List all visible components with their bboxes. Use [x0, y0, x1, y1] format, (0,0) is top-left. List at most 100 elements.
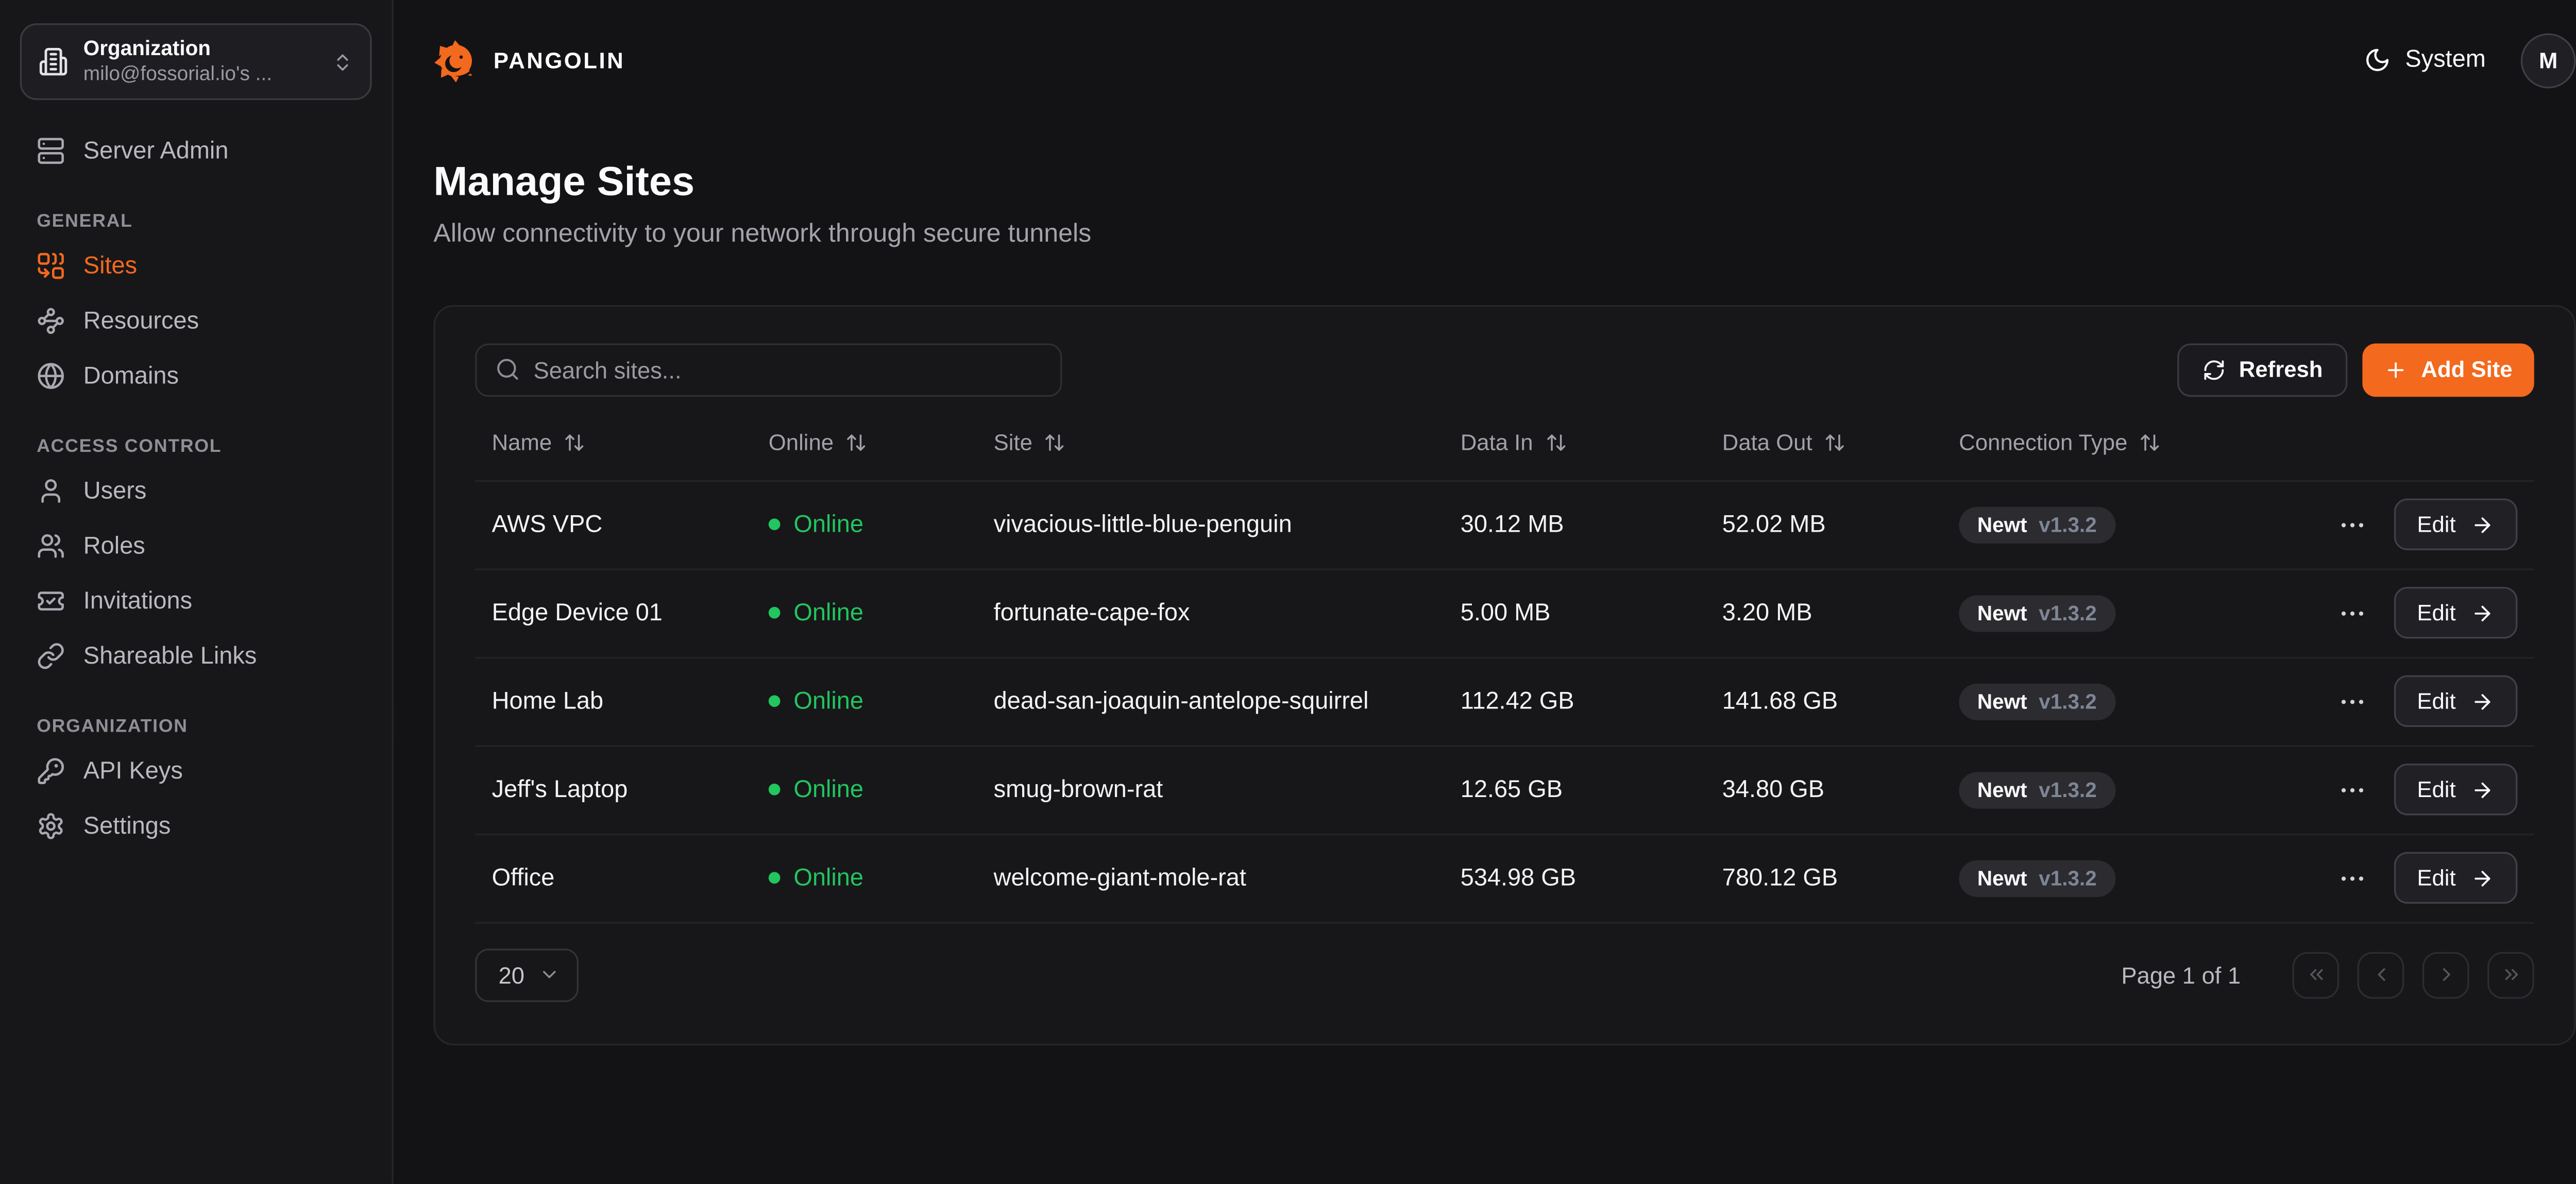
section-heading-organization: ORGANIZATION: [37, 717, 371, 737]
sort-icon: [1044, 431, 1066, 453]
sidebar-item-users[interactable]: Users: [20, 464, 372, 519]
page-size-select[interactable]: 20: [475, 948, 579, 1002]
data-in-cell: 30.12 MB: [1444, 511, 1705, 538]
table-row: Office Online welcome-giant-mole-rat 534…: [475, 835, 2534, 923]
building-icon: [38, 47, 68, 77]
page-info: Page 1 of 1: [2121, 961, 2241, 988]
row-menu-button[interactable]: [2337, 774, 2367, 804]
connection-badge: Newt v1.3.2: [1959, 506, 2115, 543]
chevrons-up-down-icon: [332, 51, 353, 73]
online-cell: Online: [752, 688, 977, 715]
name-cell: Office: [475, 865, 752, 891]
sidebar-nav: Server Admin GENERAL Sites Resources Dom…: [20, 123, 372, 853]
pagination-first-button[interactable]: [2293, 951, 2340, 998]
column-header-data-in[interactable]: Data In: [1444, 429, 1705, 454]
data-in-cell: 5.00 MB: [1444, 599, 1705, 626]
sort-icon: [564, 431, 585, 453]
arrow-right-icon: [2471, 866, 2494, 889]
site-cell: vivacious-little-blue-penguin: [977, 511, 1444, 538]
online-cell: Online: [752, 776, 977, 803]
site-cell: fortunate-cape-fox: [977, 599, 1444, 626]
globe-icon: [37, 362, 65, 390]
pangolin-logo-icon: [433, 38, 478, 82]
refresh-button[interactable]: Refresh: [2177, 343, 2348, 396]
table-row: AWS VPC Online vivacious-little-blue-pen…: [475, 481, 2534, 570]
brand: PANGOLIN: [433, 38, 625, 82]
row-menu-button[interactable]: [2337, 510, 2367, 539]
ellipsis-icon: [2337, 686, 2367, 716]
page-title: Manage Sites: [433, 163, 2575, 204]
row-actions: Edit: [2284, 499, 2534, 550]
online-dot-icon: [769, 518, 781, 530]
column-header-name[interactable]: Name: [475, 429, 752, 454]
sort-icon: [845, 431, 867, 453]
table-row: Edge Device 01 Online fortunate-cape-fox…: [475, 569, 2534, 658]
sort-icon: [2139, 431, 2161, 453]
page-subtitle: Allow connectivity to your network throu…: [433, 219, 2575, 249]
name-cell: Home Lab: [475, 688, 752, 715]
pagination-prev-button[interactable]: [2358, 951, 2404, 998]
pagination-last-button[interactable]: [2487, 951, 2534, 998]
chevrons-right-icon: [2500, 963, 2521, 985]
column-header-connection-type[interactable]: Connection Type: [1942, 429, 2284, 454]
waypoints-icon: [37, 307, 65, 335]
avatar[interactable]: M: [2521, 32, 2576, 88]
site-cell: dead-san-joaquin-antelope-squirrel: [977, 688, 1444, 715]
sort-icon: [1824, 431, 1845, 453]
chevron-down-icon: [538, 963, 560, 985]
online-dot-icon: [769, 784, 781, 796]
arrow-right-icon: [2471, 601, 2494, 624]
column-header-site[interactable]: Site: [977, 429, 1444, 454]
sidebar-item-settings[interactable]: Settings: [20, 799, 372, 854]
connection-badge: Newt v1.3.2: [1959, 859, 2115, 896]
data-out-cell: 34.80 GB: [1705, 776, 1942, 803]
edit-button[interactable]: Edit: [2394, 499, 2517, 550]
chevron-right-icon: [2435, 963, 2456, 985]
search-box[interactable]: [475, 343, 1062, 396]
sites-card: Refresh Add Site Name: [433, 305, 2575, 1045]
edit-button[interactable]: Edit: [2394, 764, 2517, 815]
online-dot-icon: [769, 607, 781, 619]
table-row: Home Lab Online dead-san-joaquin-antelop…: [475, 658, 2534, 747]
row-menu-button[interactable]: [2337, 863, 2367, 893]
main-area: PANGOLIN System M Manage Sites Allow con…: [395, 0, 2576, 1184]
edit-button[interactable]: Edit: [2394, 852, 2517, 904]
sidebar-item-invitations[interactable]: Invitations: [20, 573, 372, 629]
organization-selector[interactable]: Organization milo@fossorial.io's ...: [20, 23, 372, 100]
site-cell: welcome-giant-mole-rat: [977, 865, 1444, 891]
pagination-next-button[interactable]: [2422, 951, 2469, 998]
column-header-data-out[interactable]: Data Out: [1705, 429, 1942, 454]
column-header-online[interactable]: Online: [752, 429, 977, 454]
server-icon: [37, 137, 65, 165]
row-menu-button[interactable]: [2337, 686, 2367, 716]
search-input[interactable]: [534, 356, 1042, 383]
theme-toggle-button[interactable]: System: [2364, 47, 2486, 74]
sidebar-item-shareable-links[interactable]: Shareable Links: [20, 629, 372, 684]
data-in-cell: 12.65 GB: [1444, 776, 1705, 803]
sidebar-item-roles[interactable]: Roles: [20, 518, 372, 573]
section-heading-general: GENERAL: [37, 212, 371, 232]
data-out-cell: 52.02 MB: [1705, 511, 1942, 538]
site-cell: smug-brown-rat: [977, 776, 1444, 803]
ticket-check-icon: [37, 587, 65, 615]
connection-type-cell: Newt v1.3.2: [1942, 683, 2284, 719]
connection-badge: Newt v1.3.2: [1959, 771, 2115, 808]
connection-type-cell: Newt v1.3.2: [1942, 506, 2284, 543]
edit-button[interactable]: Edit: [2394, 587, 2517, 638]
add-site-button[interactable]: Add Site: [2363, 343, 2534, 396]
sidebar-item-domains[interactable]: Domains: [20, 348, 372, 403]
link-icon: [37, 642, 65, 670]
top-header: PANGOLIN System M: [395, 0, 2576, 120]
edit-button[interactable]: Edit: [2394, 675, 2517, 727]
sidebar-item-sites[interactable]: Sites: [20, 239, 372, 294]
data-in-cell: 534.98 GB: [1444, 865, 1705, 891]
data-out-cell: 141.68 GB: [1705, 688, 1942, 715]
sidebar-item-api-keys[interactable]: API Keys: [20, 743, 372, 799]
sidebar-item-resources[interactable]: Resources: [20, 294, 372, 349]
row-menu-button[interactable]: [2337, 598, 2367, 628]
connection-badge: Newt v1.3.2: [1959, 595, 2115, 631]
connection-badge: Newt v1.3.2: [1959, 683, 2115, 719]
brand-name: PANGOLIN: [494, 47, 625, 73]
sidebar-item-server-admin[interactable]: Server Admin: [20, 123, 372, 178]
data-out-cell: 3.20 MB: [1705, 599, 1942, 626]
